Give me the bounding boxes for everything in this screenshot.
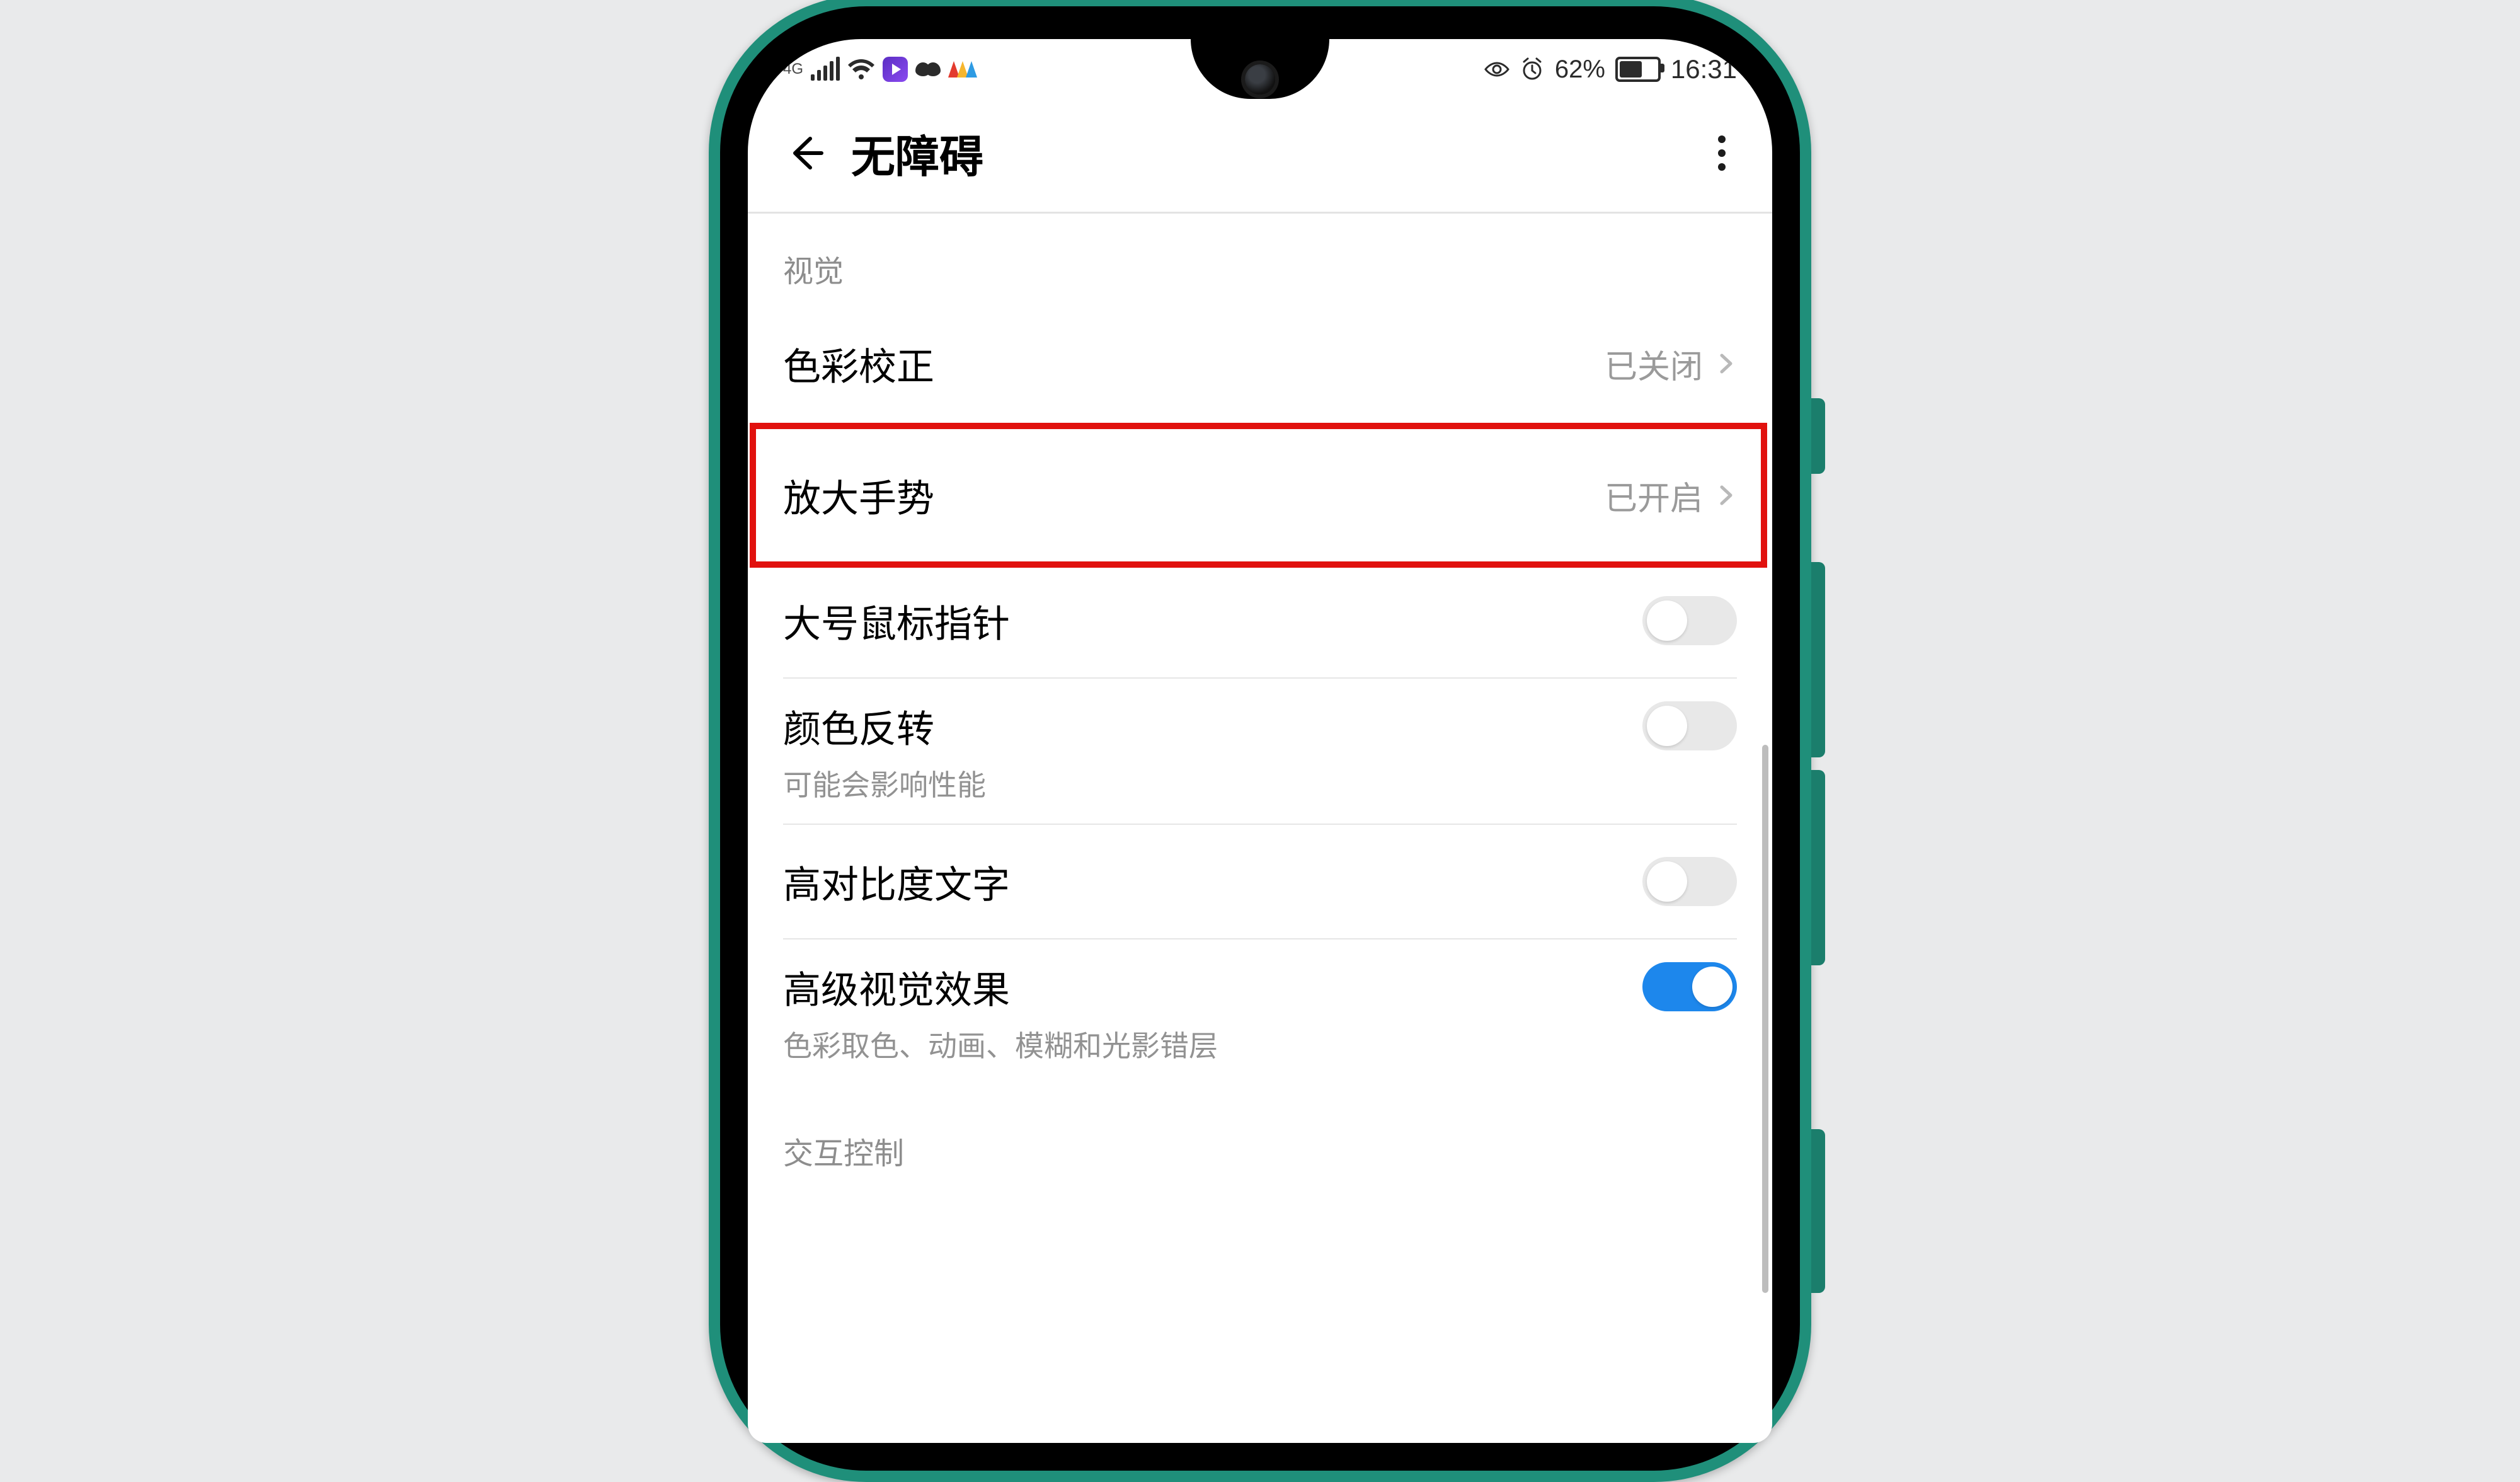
toggle-color-inversion[interactable]	[1642, 701, 1737, 750]
row-label: 高对比度文字	[783, 854, 1010, 909]
status-bar: 4G	[748, 39, 1772, 100]
row-value: 已关闭	[1605, 340, 1703, 388]
app-header: 无障碍	[748, 100, 1772, 214]
alarm-icon	[1520, 57, 1545, 82]
row-color-inversion[interactable]: 颜色反转 可能会影响性能	[748, 679, 1772, 824]
row-label: 高级视觉效果	[783, 960, 1010, 1014]
row-high-contrast-text[interactable]: 高对比度文字	[748, 825, 1772, 938]
overflow-menu-button[interactable]	[1707, 130, 1737, 176]
row-label: 放大手势	[783, 468, 934, 523]
back-button[interactable]	[783, 130, 828, 176]
settings-list[interactable]: 视觉 色彩校正 已关闭 放大手势 已开启	[748, 214, 1772, 1183]
section-header-interaction: 交互控制	[748, 1084, 1772, 1183]
scroll-indicator	[1762, 745, 1768, 1293]
row-label: 大号鼠标指针	[783, 594, 1010, 648]
volume-down-button	[1811, 770, 1825, 965]
row-advanced-visual-effects[interactable]: 高级视觉效果 色彩取色、动画、模糊和光影错层	[748, 939, 1772, 1084]
row-label: 颜色反转	[783, 699, 934, 754]
clock-label: 16:31	[1671, 54, 1737, 84]
wifi-icon	[847, 59, 875, 80]
page-title: 无障碍	[851, 122, 983, 185]
row-magnification-gesture[interactable]: 放大手势 已开启	[748, 427, 1772, 564]
cellular-signal-icon	[811, 58, 840, 81]
row-large-mouse-pointer[interactable]: 大号鼠标指针	[748, 564, 1772, 677]
section-header-visual: 视觉	[748, 214, 1772, 301]
chevron-right-icon	[1715, 485, 1737, 506]
wechat-icon	[915, 62, 941, 76]
toggle-advanced-visual[interactable]	[1642, 962, 1737, 1011]
row-color-correction[interactable]: 色彩校正 已关闭	[748, 301, 1772, 427]
row-subtitle: 可能会影响性能	[783, 762, 1737, 804]
eye-comfort-icon	[1484, 57, 1509, 82]
volume-up-button	[1811, 562, 1825, 757]
toggle-large-pointer[interactable]	[1642, 596, 1737, 645]
row-subtitle: 色彩取色、动画、模糊和光影错层	[783, 1023, 1737, 1065]
migu-app-icon	[948, 61, 977, 78]
toggle-high-contrast[interactable]	[1642, 857, 1737, 906]
chevron-right-icon	[1715, 353, 1737, 374]
battery-percent-label: 62%	[1555, 55, 1605, 84]
battery-icon	[1615, 57, 1661, 82]
network-type-label: 4G	[783, 62, 803, 77]
media-app-icon	[883, 57, 908, 82]
row-label: 色彩校正	[783, 336, 934, 391]
side-button	[1811, 398, 1825, 474]
screen: 4G	[748, 39, 1772, 1443]
row-value: 已开启	[1605, 472, 1703, 519]
power-button	[1811, 1129, 1825, 1293]
phone-frame: 4G	[709, 0, 1811, 1482]
